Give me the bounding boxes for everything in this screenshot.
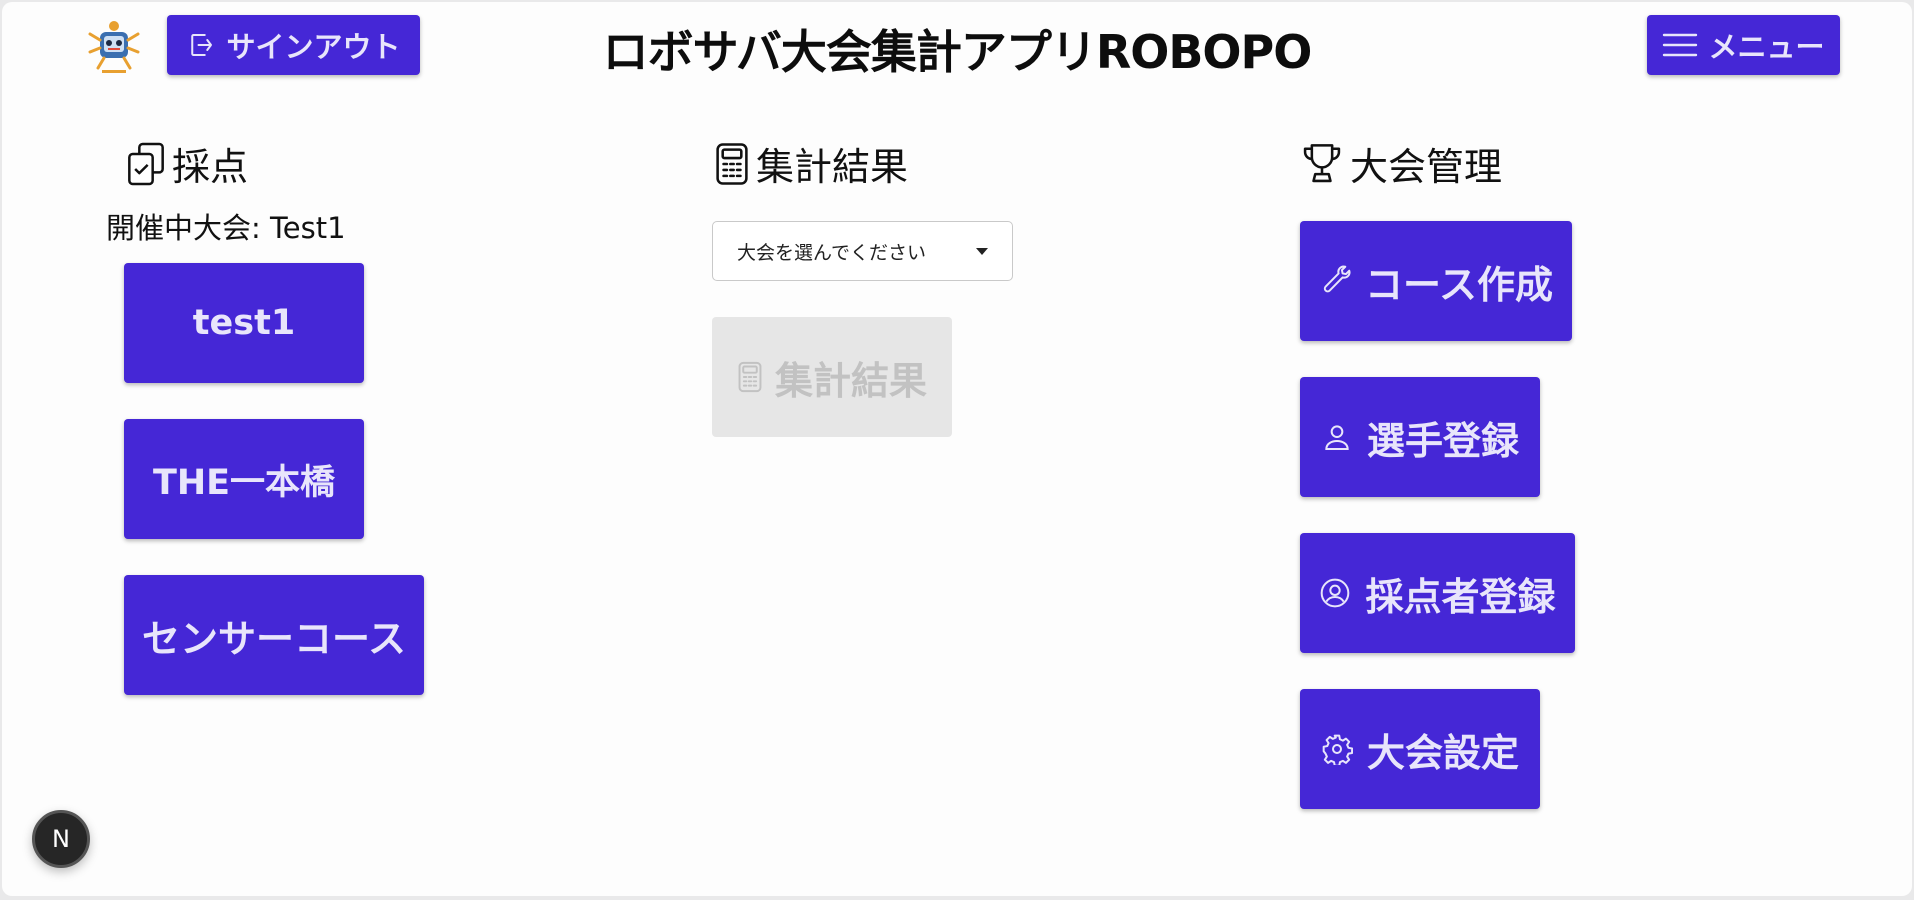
clipboard-check-icon: [128, 142, 164, 185]
admin-heading-text: 大会管理: [1350, 145, 1503, 189]
gear-icon: [1322, 734, 1353, 765]
course-button-label: センサーコース: [141, 616, 407, 661]
trophy-icon: [1303, 143, 1341, 182]
register-player-label: 選手登録: [1366, 418, 1519, 463]
chevron-down-icon: [976, 247, 988, 255]
register-judge-button[interactable]: 採点者登録: [1300, 533, 1575, 653]
create-course-label: コース作成: [1364, 262, 1554, 307]
active-competition-label: 開催中大会: Test1: [106, 211, 346, 245]
scoring-heading: 採点: [126, 136, 248, 191]
calculator-icon: [716, 142, 748, 185]
hamburger-icon: [1663, 33, 1698, 57]
nextjs-logo-icon: N: [52, 825, 70, 853]
course-button-label: test1: [192, 303, 296, 343]
create-course-button[interactable]: コース作成: [1300, 221, 1572, 341]
results-heading: 集計結果: [714, 136, 908, 191]
user-circle-icon: [1321, 578, 1350, 608]
robot-logo-icon: [88, 21, 140, 73]
competition-settings-label: 大会設定: [1366, 730, 1519, 775]
app-frame: サインアウト ロボサバ大会集計アプリROBOPO メニュー 採点 開催中大会: …: [2, 2, 1912, 896]
course-button-sensor[interactable]: センサーコース: [124, 575, 424, 695]
competition-select-value: 大会を選んでください: [737, 241, 927, 264]
competition-settings-button[interactable]: 大会設定: [1300, 689, 1540, 809]
scoring-heading-text: 採点: [172, 145, 249, 189]
nextjs-dev-badge[interactable]: N: [32, 810, 90, 868]
course-button-label: THE一本橋: [152, 462, 336, 503]
results-button-label: 集計結果: [774, 358, 927, 403]
course-button-test1[interactable]: test1: [124, 263, 364, 383]
signout-label: サインアウト: [226, 30, 401, 64]
register-judge-label: 採点者登録: [1365, 574, 1556, 619]
user-icon: [1325, 425, 1349, 450]
wrench-icon: [1323, 265, 1351, 293]
menu-label: メニュー: [1708, 30, 1825, 64]
calculator-icon: [738, 361, 762, 393]
page-title: ロボサバ大会集計アプリROBOPO: [602, 25, 1313, 79]
signout-icon: [191, 34, 213, 56]
competition-select[interactable]: 大会を選んでください: [712, 221, 1013, 281]
signout-button[interactable]: サインアウト: [167, 15, 420, 75]
admin-heading: 大会管理: [1300, 136, 1502, 191]
course-button-ipponbashi[interactable]: THE一本橋: [124, 419, 364, 539]
results-button[interactable]: 集計結果: [712, 317, 952, 437]
register-player-button[interactable]: 選手登録: [1300, 377, 1540, 497]
results-heading-text: 集計結果: [756, 145, 909, 189]
menu-button[interactable]: メニュー: [1647, 15, 1840, 75]
